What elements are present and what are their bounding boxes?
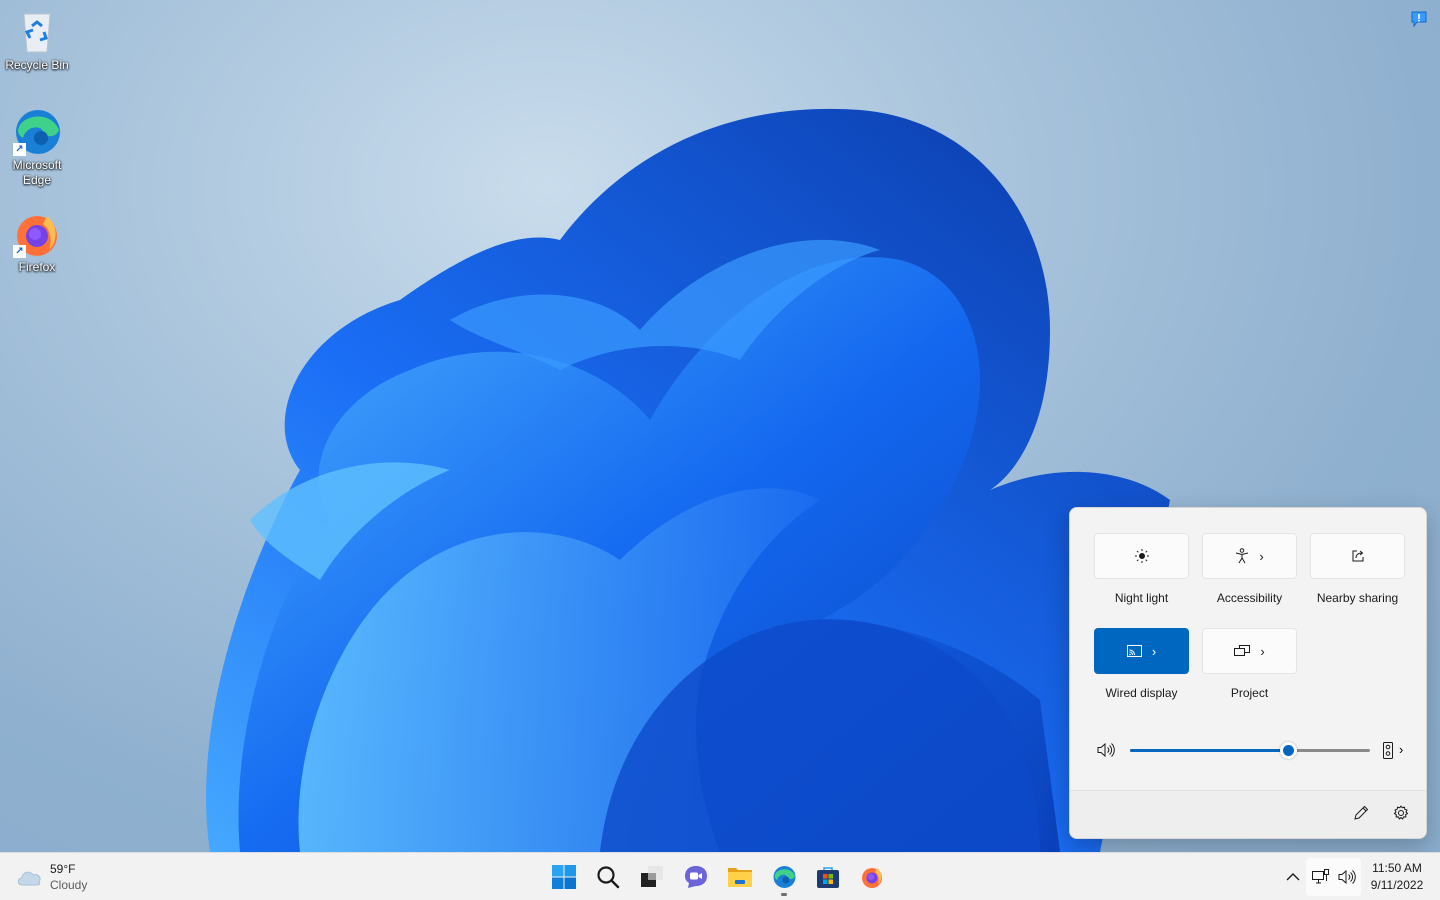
tile-label: Night light bbox=[1114, 591, 1169, 605]
tile-nearby-sharing: Nearby sharing bbox=[1310, 533, 1405, 605]
chevron-right-icon[interactable]: › bbox=[1260, 645, 1264, 658]
night-light-toggle[interactable] bbox=[1094, 533, 1189, 579]
desktop-icon-firefox[interactable]: ↗ Firefox bbox=[0, 210, 74, 275]
night-light-icon bbox=[1134, 549, 1149, 563]
shortcut-arrow-icon: ↗ bbox=[13, 245, 26, 258]
desktop-icon-edge[interactable]: ↗ Microsoft Edge bbox=[0, 108, 74, 188]
tile-project: › Project bbox=[1202, 628, 1297, 700]
weather-condition: Cloudy bbox=[50, 878, 88, 892]
speaker-icon[interactable] bbox=[1096, 740, 1116, 760]
search-icon bbox=[597, 866, 620, 889]
taskbar-chat-button[interactable] bbox=[676, 857, 716, 897]
taskbar: 59°F Cloudy 11:50 AM 9/11/2022 bbox=[0, 852, 1440, 900]
volume-slider-thumb[interactable] bbox=[1280, 742, 1298, 759]
desktop-icon-label: Microsoft Edge bbox=[12, 158, 62, 187]
quick-settings-footer bbox=[1070, 790, 1426, 838]
wired-display-button[interactable]: › bbox=[1094, 628, 1189, 674]
tile-accessibility: › Accessibility bbox=[1202, 533, 1297, 605]
firefox-icon bbox=[862, 868, 882, 888]
taskbar-start-button[interactable] bbox=[544, 857, 584, 897]
accessibility-icon bbox=[1236, 548, 1249, 564]
teams-chat-icon bbox=[685, 866, 707, 888]
quick-settings-panel: Night light › Accessibility Nearby shari… bbox=[1069, 507, 1427, 839]
tile-label: Accessibility bbox=[1216, 591, 1283, 605]
taskbar-edge-button[interactable] bbox=[764, 857, 804, 897]
volume-slider-fill bbox=[1130, 749, 1289, 752]
taskbar-clock[interactable]: 11:50 AM 9/11/2022 bbox=[1364, 860, 1430, 894]
tile-label: Project bbox=[1230, 686, 1269, 700]
nearby-sharing-icon bbox=[1352, 550, 1363, 562]
speaker-icon bbox=[1338, 869, 1356, 885]
chevron-right-icon[interactable]: › bbox=[1152, 645, 1156, 658]
pencil-icon[interactable] bbox=[1351, 803, 1371, 823]
weather-temperature: 59°F bbox=[50, 862, 76, 876]
windows-start-icon bbox=[552, 865, 576, 889]
taskbar-search-button[interactable] bbox=[588, 857, 628, 897]
cast-icon bbox=[1126, 645, 1142, 657]
ethernet-icon bbox=[1311, 869, 1329, 884]
project-icon bbox=[1234, 645, 1251, 656]
volume-slider[interactable] bbox=[1130, 742, 1370, 759]
task-view-icon bbox=[641, 866, 663, 887]
accessibility-button[interactable]: › bbox=[1202, 533, 1297, 579]
clock-time: 11:50 AM bbox=[1372, 861, 1422, 875]
folder-icon bbox=[728, 868, 752, 887]
chevron-up-icon[interactable] bbox=[1281, 865, 1305, 889]
taskbar-task-view-button[interactable] bbox=[632, 857, 672, 897]
cloud-icon bbox=[17, 871, 41, 886]
nearby-sharing-toggle[interactable] bbox=[1310, 533, 1405, 579]
feedback-notification-icon[interactable] bbox=[1410, 10, 1428, 28]
taskbar-apps bbox=[544, 857, 892, 897]
desktop-icon-label: Recycle Bin bbox=[5, 58, 69, 72]
desktop-icon-label: Firefox bbox=[18, 260, 56, 274]
tile-label: Wired display bbox=[1105, 686, 1178, 700]
gear-icon[interactable] bbox=[1391, 803, 1411, 823]
clock-date: 9/11/2022 bbox=[1370, 878, 1424, 892]
chevron-right-icon[interactable]: › bbox=[1259, 550, 1263, 563]
desktop-icon-recycle-bin[interactable]: Recycle Bin bbox=[0, 8, 74, 73]
weather-widget[interactable]: 59°F Cloudy bbox=[16, 860, 87, 894]
tile-night-light: Night light bbox=[1094, 533, 1189, 605]
running-indicator bbox=[781, 893, 787, 896]
edge-icon: ↗ bbox=[13, 108, 61, 156]
taskbar-store-button[interactable] bbox=[808, 857, 848, 897]
firefox-icon: ↗ bbox=[13, 210, 61, 258]
project-button[interactable]: › bbox=[1202, 628, 1297, 674]
tile-label: Nearby sharing bbox=[1316, 591, 1399, 605]
volume-row: › bbox=[1094, 738, 1404, 762]
tile-wired-display: › Wired display bbox=[1094, 628, 1189, 700]
speaker-device-icon[interactable] bbox=[1378, 740, 1398, 760]
edge-icon bbox=[773, 866, 796, 888]
recycle-bin-icon bbox=[13, 8, 61, 56]
taskbar-file-explorer-button[interactable] bbox=[720, 857, 760, 897]
shortcut-arrow-icon: ↗ bbox=[13, 143, 26, 156]
chevron-right-icon[interactable]: › bbox=[1399, 743, 1403, 756]
store-icon bbox=[817, 867, 839, 888]
taskbar-firefox-button[interactable] bbox=[852, 857, 892, 897]
tray-quick-settings-button[interactable] bbox=[1306, 858, 1361, 896]
